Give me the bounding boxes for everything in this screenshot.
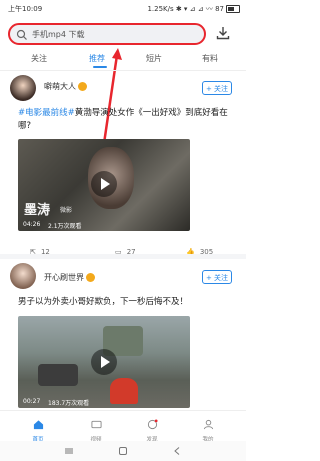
search-icon bbox=[16, 29, 27, 40]
play-icon[interactable] bbox=[91, 171, 117, 197]
video-views: 183.7万次观看 bbox=[48, 400, 90, 407]
video-thumbnail[interactable]: 00:27 183.7万次观看 bbox=[18, 316, 190, 408]
post-author[interactable]: 噼萌大人 bbox=[44, 81, 87, 92]
tab-youliao[interactable]: 有料 bbox=[202, 53, 218, 64]
video-caption: 墨涛 bbox=[24, 203, 51, 218]
tab-follow[interactable]: 关注 bbox=[31, 53, 47, 64]
tab-underline bbox=[93, 66, 107, 68]
status-right-text: 1.25K/s ✱ ▾ ⊿ ⊿ 〰 87 bbox=[147, 5, 224, 13]
post-author[interactable]: 开心刷世界 bbox=[44, 272, 95, 283]
verified-badge-icon bbox=[86, 273, 95, 282]
video-duration: 04:26 bbox=[23, 221, 41, 228]
post-author-name: 噼萌大人 bbox=[44, 82, 76, 91]
video-icon bbox=[90, 420, 102, 429]
battery-icon bbox=[226, 5, 240, 13]
follow-button[interactable]: + 关注 bbox=[202, 270, 232, 284]
back-icon[interactable] bbox=[172, 446, 182, 456]
profile-icon bbox=[203, 419, 213, 430]
tab-short[interactable]: 短片 bbox=[146, 53, 162, 64]
status-time: 上午10:09 bbox=[8, 5, 43, 13]
post-title[interactable]: #电影最前线#黄渤导演处女作《一出好戏》到底好看在哪? bbox=[18, 107, 233, 133]
nav-video[interactable]: 视频 bbox=[76, 415, 116, 443]
status-indicators: 1.25K/s ✱ ▾ ⊿ ⊿ 〰 87 bbox=[147, 4, 240, 14]
video-thumbnail[interactable]: 墨涛 微影 04:26 2.1万次观看 bbox=[18, 139, 190, 231]
verified-badge-icon bbox=[78, 82, 87, 91]
video-views: 2.1万次观看 bbox=[48, 223, 82, 230]
tab-bar: 关注 推荐 短片 有料 bbox=[0, 50, 246, 71]
search-placeholder: 手机mp4 下载 bbox=[32, 30, 85, 39]
video-watermark: 微影 bbox=[60, 207, 73, 214]
post-hashtags[interactable]: #电影最前线# bbox=[18, 108, 75, 118]
play-icon[interactable] bbox=[91, 349, 117, 375]
nav-discover[interactable]: 发现 bbox=[132, 415, 172, 443]
avatar[interactable] bbox=[10, 263, 36, 289]
divider bbox=[0, 254, 246, 259]
tab-recommend[interactable]: 推荐 bbox=[89, 53, 105, 64]
search-bar[interactable]: 手机mp4 下载 bbox=[8, 23, 206, 45]
video-duration: 00:27 bbox=[23, 398, 41, 405]
nav-home[interactable]: 首页 bbox=[18, 415, 58, 443]
system-nav-bar bbox=[0, 441, 246, 461]
home-button-icon[interactable] bbox=[118, 446, 128, 456]
post-title[interactable]: 男子以为外卖小哥好欺负，下一秒后悔不及！ bbox=[18, 296, 233, 309]
status-bar: 上午10:09 1.25K/s ✱ ▾ ⊿ ⊿ 〰 87 bbox=[0, 0, 246, 20]
download-icon[interactable] bbox=[215, 25, 231, 41]
follow-button[interactable]: + 关注 bbox=[202, 81, 232, 95]
video-rider bbox=[110, 378, 138, 404]
avatar[interactable] bbox=[10, 75, 36, 101]
nav-mine[interactable]: 我的 bbox=[188, 415, 228, 443]
bottom-nav: 首页 视频 发现 我的 bbox=[0, 410, 246, 443]
post-author-name: 开心刷世界 bbox=[44, 273, 84, 282]
video-car bbox=[38, 364, 78, 386]
menu-icon[interactable] bbox=[64, 446, 74, 456]
home-icon bbox=[33, 420, 43, 430]
discover-icon bbox=[147, 419, 158, 430]
